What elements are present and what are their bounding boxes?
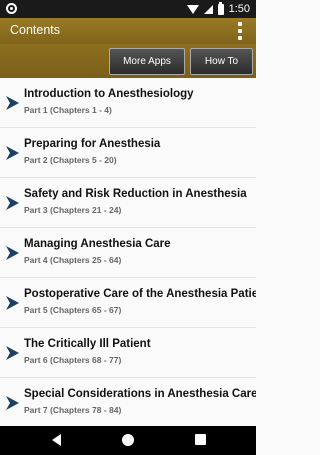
more-apps-button[interactable]: More Apps xyxy=(109,48,185,75)
chevron-right-icon xyxy=(6,196,19,210)
list-item-title: The Critically Ill Patient xyxy=(24,338,151,350)
list-item[interactable]: Postoperative Care of the Anesthesia Pat… xyxy=(0,278,256,328)
toolbar: More Apps How To xyxy=(0,44,256,78)
list-item-title: Postoperative Care of the Anesthesia Pat… xyxy=(24,288,256,300)
status-bar: 1:50 xyxy=(0,0,256,18)
list-item-subtitle: Part 1 (Chapters 1 - 4) xyxy=(24,105,112,115)
app-bar: Contents xyxy=(0,18,256,44)
list-item-subtitle: Part 5 (Chapters 65 - 67) xyxy=(24,305,122,315)
chevron-right-icon xyxy=(6,246,19,260)
list-item[interactable]: Special Considerations in Anesthesia Car… xyxy=(0,378,256,426)
how-to-button[interactable]: How To xyxy=(190,48,253,75)
list-item[interactable]: Safety and Risk Reduction in Anesthesia … xyxy=(0,178,256,228)
list-item-subtitle: Part 6 (Chapters 68 - 77) xyxy=(24,355,122,365)
list-item-title: Managing Anesthesia Care xyxy=(24,238,171,250)
list-item-subtitle: Part 2 (Chapters 5 - 20) xyxy=(24,155,117,165)
list-item-title: Safety and Risk Reduction in Anesthesia xyxy=(24,188,247,200)
list-item-title: Preparing for Anesthesia xyxy=(24,138,161,150)
status-time: 1:50 xyxy=(228,3,250,15)
list-item-subtitle: Part 3 (Chapters 21 - 24) xyxy=(24,205,122,215)
notification-icon xyxy=(6,3,17,14)
status-icons: 1:50 xyxy=(186,1,250,16)
list-item-title: Introduction to Anesthesiology xyxy=(24,88,194,100)
home-icon[interactable] xyxy=(122,434,134,446)
contents-list: Introduction to Anesthesiology Part 1 (C… xyxy=(0,78,256,426)
list-item-subtitle: Part 7 (Chapters 78 - 84) xyxy=(24,405,122,415)
chevron-right-icon xyxy=(6,146,19,160)
chevron-right-icon xyxy=(6,396,19,410)
back-icon[interactable] xyxy=(52,434,61,446)
list-item-subtitle: Part 4 (Chapters 25 - 64) xyxy=(24,255,122,265)
list-item[interactable]: Managing Anesthesia Care Part 4 (Chapter… xyxy=(0,228,256,278)
wifi-icon xyxy=(186,4,199,14)
chevron-right-icon xyxy=(6,346,19,360)
page-title: Contents xyxy=(10,23,61,37)
system-nav-bar xyxy=(0,426,256,455)
list-item[interactable]: Introduction to Anesthesiology Part 1 (C… xyxy=(0,78,256,128)
list-item[interactable]: Preparing for Anesthesia Part 2 (Chapter… xyxy=(0,128,256,178)
chevron-right-icon xyxy=(6,296,19,310)
signal-icon xyxy=(203,4,213,14)
battery-icon xyxy=(217,1,224,15)
list-item[interactable]: The Critically Ill Patient Part 6 (Chapt… xyxy=(0,328,256,378)
recent-apps-icon[interactable] xyxy=(195,434,206,445)
more-vert-icon[interactable] xyxy=(238,22,242,40)
chevron-right-icon xyxy=(6,96,19,110)
list-item-title: Special Considerations in Anesthesia Car… xyxy=(24,388,256,400)
